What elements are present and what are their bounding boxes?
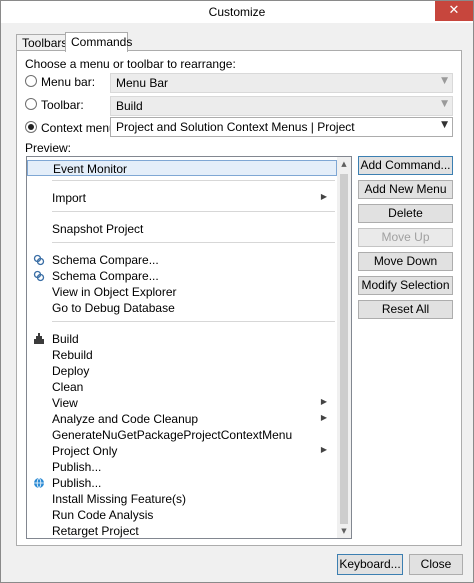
- toolbar-value: Build: [116, 99, 143, 113]
- preview-label: Preview:: [25, 141, 72, 155]
- schema-compare-icon: [33, 270, 45, 282]
- chevron-down-icon: ▼: [441, 76, 448, 86]
- tab-toolbars[interactable]: Toolbars: [16, 34, 67, 51]
- tab-commands[interactable]: Commands: [65, 32, 132, 52]
- add-new-menu-button[interactable]: Add New Menu: [358, 180, 453, 199]
- list-item[interactable]: Event Monitor: [27, 160, 337, 176]
- list-item[interactable]: Clean: [27, 379, 337, 395]
- list-item[interactable]: Publish...: [27, 459, 337, 475]
- reset-all-button[interactable]: Reset All: [358, 300, 453, 319]
- close-icon[interactable]: ✕: [435, 1, 473, 21]
- list-item[interactable]: Schema Compare...: [27, 268, 337, 284]
- keyboard-button[interactable]: Keyboard...: [337, 554, 403, 575]
- chevron-down-icon: ▼: [441, 99, 448, 109]
- menu-separator: [52, 242, 335, 243]
- preview-scrollbar[interactable]: ▲ ▼: [337, 157, 351, 538]
- list-item[interactable]: View in Object Explorer: [27, 284, 337, 300]
- scroll-thumb[interactable]: [340, 174, 348, 524]
- toolbar-label: Toolbar:: [41, 98, 84, 112]
- list-item[interactable]: View ▶: [27, 395, 337, 411]
- toolbar-dropdown[interactable]: Build ▼: [110, 96, 453, 116]
- list-item[interactable]: Snapshot Project: [27, 221, 337, 237]
- commands-panel: Choose a menu or toolbar to rearrange: M…: [16, 50, 462, 546]
- title-bar: Customize ✕: [1, 1, 473, 23]
- schema-compare-icon: [33, 254, 45, 266]
- toolbar-radio[interactable]: [25, 98, 37, 110]
- preview-list[interactable]: Event Monitor Import ▶ Snapshot Project …: [26, 156, 352, 539]
- list-item[interactable]: Publish...: [27, 475, 337, 491]
- submenu-arrow-icon: ▶: [320, 413, 327, 422]
- menu-separator: [52, 211, 335, 212]
- context-menu-dropdown[interactable]: Project and Solution Context Menus | Pro…: [110, 117, 453, 137]
- list-item[interactable]: Analyze and Code Cleanup ▶: [27, 411, 337, 427]
- window-title: Customize: [208, 5, 266, 19]
- globe-icon: [34, 477, 44, 489]
- move-up-button[interactable]: Move Up: [358, 228, 453, 247]
- build-icon: [34, 333, 44, 344]
- list-item[interactable]: Schema Compare...: [27, 252, 337, 268]
- menu-separator: [52, 321, 335, 322]
- list-item[interactable]: GenerateNuGetPackageProjectContextMenu: [27, 427, 337, 443]
- menu-bar-value: Menu Bar: [116, 76, 169, 90]
- menu-bar-label: Menu bar:: [41, 75, 96, 89]
- menu-bar-radio[interactable]: [25, 75, 37, 87]
- close-button[interactable]: Close: [409, 554, 463, 575]
- context-menu-radio[interactable]: [25, 121, 37, 133]
- modify-selection-button[interactable]: Modify Selection: [358, 276, 453, 295]
- list-item[interactable]: Retarget Project: [27, 523, 337, 538]
- list-item[interactable]: Run Code Analysis: [27, 507, 337, 523]
- move-down-button[interactable]: Move Down: [358, 252, 453, 271]
- chevron-down-icon: ▼: [441, 120, 448, 130]
- submenu-arrow-icon: ▶: [320, 192, 327, 201]
- scroll-down-icon[interactable]: ▼: [337, 524, 351, 538]
- menu-bar-dropdown[interactable]: Menu Bar ▼: [110, 73, 453, 93]
- menu-separator: [52, 180, 335, 181]
- list-item[interactable]: Import ▶: [27, 190, 337, 206]
- list-item[interactable]: Install Missing Feature(s): [27, 491, 337, 507]
- context-menu-value: Project and Solution Context Menus | Pro…: [116, 120, 355, 134]
- list-item[interactable]: Deploy: [27, 363, 337, 379]
- list-item[interactable]: Project Only ▶: [27, 443, 337, 459]
- list-item[interactable]: Go to Debug Database: [27, 300, 337, 316]
- delete-button[interactable]: Delete: [358, 204, 453, 223]
- submenu-arrow-icon: ▶: [320, 445, 327, 454]
- list-item[interactable]: Rebuild: [27, 347, 337, 363]
- customize-dialog: Customize ✕ Toolbars Commands Choose a m…: [0, 0, 474, 583]
- choose-menu-label: Choose a menu or toolbar to rearrange:: [25, 57, 236, 71]
- context-menu-label: Context menu:: [41, 121, 120, 135]
- list-item[interactable]: Build: [27, 331, 337, 347]
- add-command-button[interactable]: Add Command...: [358, 156, 453, 175]
- scroll-up-icon[interactable]: ▲: [337, 157, 351, 171]
- submenu-arrow-icon: ▶: [320, 397, 327, 406]
